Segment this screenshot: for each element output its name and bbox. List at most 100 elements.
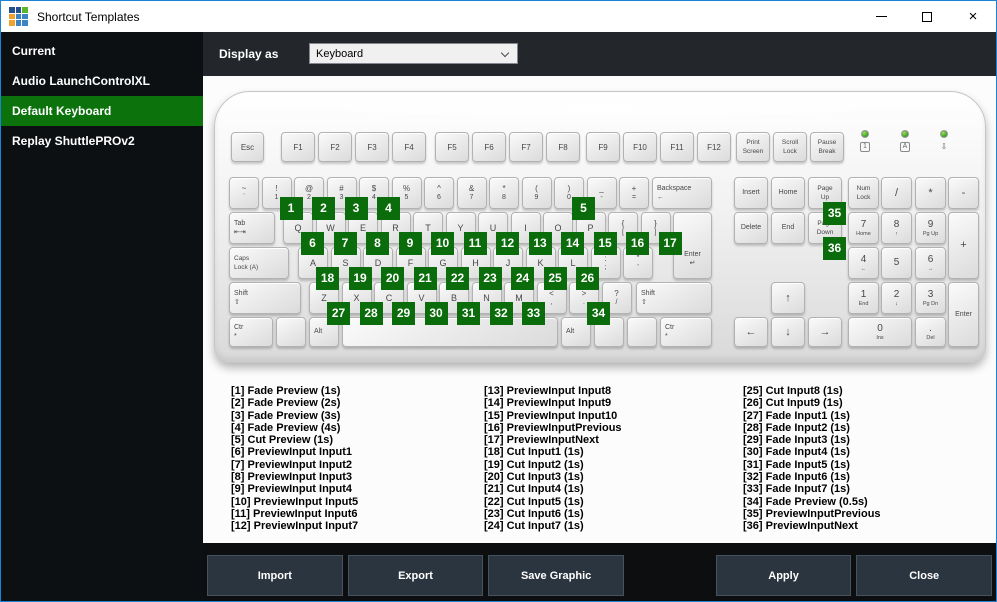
key-numpad-enter[interactable]: Enter <box>948 282 979 347</box>
key-numpad-7[interactable]: 7 Home <box>848 212 879 244</box>
key-scroll-lock[interactable]: Scroll Lock <box>773 132 807 162</box>
key-print-screen[interactable]: Print Screen <box>736 132 770 162</box>
key-arrow-down[interactable]: ↓ <box>771 317 805 347</box>
shortcut-entry: [5] Cut Preview (1s) <box>231 434 334 447</box>
key-ctrl-right[interactable]: Ctr * <box>660 317 712 347</box>
apply-button[interactable]: Apply <box>715 555 852 596</box>
key-numpad-multiply[interactable]: * <box>915 177 946 209</box>
key-shift-left[interactable]: Shift ⇧ <box>229 282 301 314</box>
key-f8[interactable]: F8 <box>546 132 580 162</box>
shortcut-badge-27: 27 <box>327 302 350 325</box>
close-button[interactable]: Close <box>856 555 993 596</box>
key-caps-lock[interactable]: Caps Lock (A) <box>229 247 289 279</box>
sidebar-item-audio-launchcontrolxl[interactable]: Audio LaunchControlXL <box>1 66 203 96</box>
key-digit-6[interactable]: ^ 6 <box>424 177 454 209</box>
key-numpad-1[interactable]: 1 End <box>848 282 879 314</box>
key-num-lock[interactable]: Num Lock <box>848 177 879 209</box>
key-f4[interactable]: F4 <box>392 132 426 162</box>
shortcut-entry: [35] PreviewInputPrevious <box>743 507 881 520</box>
key-numpad-9[interactable]: 9 Pg Up <box>915 212 946 244</box>
key-menu[interactable] <box>627 317 657 347</box>
minimize-button[interactable] <box>858 1 904 32</box>
key-f3[interactable]: F3 <box>355 132 389 162</box>
key-f7[interactable]: F7 <box>509 132 543 162</box>
shortcut-entry: [32] Fade Input6 (1s) <box>743 471 850 484</box>
shortcut-entry: [2] Fade Preview (2s) <box>231 397 341 410</box>
key-equals[interactable]: + = <box>619 177 649 209</box>
key-numpad-8[interactable]: 8 ↑ <box>881 212 912 244</box>
key-numpad-subtract[interactable]: - <box>948 177 979 209</box>
scroll-lock-led: ⇩ <box>939 130 948 152</box>
sidebar-item-replay-shuttleprov2[interactable]: Replay ShuttlePROv2 <box>1 126 203 156</box>
key-digit-7[interactable]: & 7 <box>456 177 487 209</box>
key-shift-right[interactable]: Shift ⇧ <box>636 282 712 314</box>
key-arrow-left[interactable]: ← <box>734 317 768 347</box>
key-numpad-2[interactable]: 2 ↓ <box>881 282 912 314</box>
key-numpad-0[interactable]: 0 Ins <box>848 317 912 347</box>
shortcut-entry: [7] PreviewInput Input2 <box>231 458 353 471</box>
key-f9[interactable]: F9 <box>586 132 620 162</box>
key-f1[interactable]: F1 <box>281 132 315 162</box>
key-digit-8[interactable]: * 8 <box>489 177 519 209</box>
shortcut-badge-13: 13 <box>528 232 552 255</box>
shortcut-badge-19: 19 <box>348 267 372 290</box>
shortcut-badge-8: 8 <box>366 232 389 255</box>
key-digit-0[interactable]: ) 0 5 <box>554 177 595 220</box>
shortcut-badge-25: 25 <box>543 267 567 290</box>
sidebar-item-current[interactable]: Current <box>1 36 203 66</box>
key-end[interactable]: End <box>771 212 805 244</box>
display-as-select[interactable]: Keyboard <box>309 43 518 64</box>
key-f5[interactable]: F5 <box>435 132 469 162</box>
shortcut-entry: [24] Cut Input7 (1s) <box>484 520 584 533</box>
key-arrow-up[interactable]: ↑ <box>771 282 805 314</box>
sidebar-item-default-keyboard[interactable]: Default Keyboard <box>1 96 203 126</box>
close-button[interactable]: × <box>950 1 996 32</box>
key-digit-1[interactable]: ! 1 1 <box>261 177 303 220</box>
key-insert[interactable]: Insert <box>734 177 768 209</box>
shortcut-badge-34: 34 <box>587 302 610 325</box>
app-icon-cell <box>9 7 15 13</box>
title-bar: Shortcut Templates × <box>1 1 996 32</box>
key-numpad-divide[interactable]: / <box>881 177 912 209</box>
key-numpad-add[interactable]: + <box>948 212 979 279</box>
key-numpad-6[interactable]: 6 → <box>915 247 946 279</box>
shortcut-entry: [22] Cut Input5 (1s) <box>484 495 584 508</box>
key-numpad-5[interactable]: 5 <box>881 247 912 279</box>
shortcut-badge-21: 21 <box>413 267 437 290</box>
import-button[interactable]: Import <box>207 555 343 596</box>
key-numpad-decimal[interactable]: . Del <box>915 317 946 347</box>
shortcut-entry: [26] Cut Input9 (1s) <box>743 397 843 410</box>
shortcut-entry: [36] PreviewInputNext <box>743 520 858 533</box>
key-home[interactable]: Home <box>771 177 805 209</box>
key-f11[interactable]: F11 <box>660 132 694 162</box>
export-button[interactable]: Export <box>347 555 484 596</box>
key-f6[interactable]: F6 <box>472 132 506 162</box>
key-tab[interactable]: Tab ⇤⇥ <box>229 212 275 244</box>
save-graphic-button[interactable]: Save Graphic <box>488 555 624 596</box>
key-numpad-4[interactable]: 4 ← <box>848 247 879 279</box>
shortcut-entry: [17] PreviewInputNext <box>484 434 599 447</box>
key-delete[interactable]: Delete <box>734 212 768 244</box>
key-f10[interactable]: F10 <box>623 132 657 162</box>
maximize-button[interactable] <box>904 1 950 32</box>
shortcut-entry: [4] Fade Preview (4s) <box>231 421 341 434</box>
key-backtick[interactable]: ~ ` <box>229 177 259 209</box>
shortcut-badge-26: 26 <box>576 267 599 290</box>
keyboard-graphic: Esc F1 F2 F3 F4 F5 F6 F7 F8 F9 F10 F11 F12 Print Scree… <box>214 91 986 363</box>
shortcut-badge-24: 24 <box>511 267 534 290</box>
key-page-up[interactable]: Page Up 35 <box>808 177 846 225</box>
app-icon-cell <box>9 13 15 20</box>
shortcut-entry: [34] Fade Preview (0.5s) <box>743 495 868 508</box>
key-f2[interactable]: F2 <box>318 132 352 162</box>
key-win-left[interactable] <box>276 317 306 347</box>
key-digit-9[interactable]: (9 <box>521 177 552 209</box>
key-esc[interactable]: Esc <box>231 132 264 162</box>
key-arrow-right[interactable]: → <box>808 317 842 347</box>
key-f12[interactable]: F12 <box>697 132 731 162</box>
shortcut-badge-33: 33 <box>522 302 545 325</box>
key-numpad-3[interactable]: 3 Pg Dn <box>915 282 946 314</box>
key-pause-break[interactable]: Pause Break <box>810 132 844 162</box>
key-ctrl-left[interactable]: Ctr * <box>229 317 273 347</box>
key-backspace[interactable]: Backspace ← <box>652 177 712 209</box>
shortcut-entry: [13] PreviewInput Input8 <box>484 385 612 397</box>
